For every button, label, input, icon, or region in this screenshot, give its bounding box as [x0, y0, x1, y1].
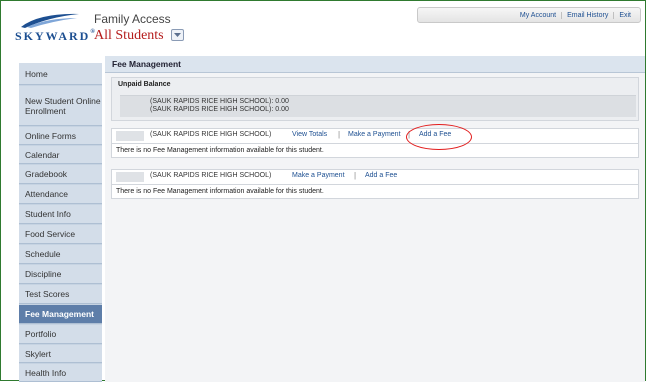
sidebar-item-online-forms[interactable]: Online Forms: [19, 127, 102, 145]
unpaid-school-name: (SAUK RAPIDS RICE HIGH SCHOOL):: [150, 106, 274, 113]
unpaid-school-name: (SAUK RAPIDS RICE HIGH SCHOOL):: [150, 98, 274, 105]
school-name: (SAUK RAPIDS RICE HIGH SCHOOL): [150, 172, 272, 179]
logo-swoosh-icon: [21, 13, 79, 28]
fee-section-tabbar: (SAUK RAPIDS RICE HIGH SCHOOL) Make a Pa…: [112, 170, 638, 185]
skyward-logo[interactable]: SKYWARD®: [15, 11, 95, 47]
sidebar-item-test-scores[interactable]: Test Scores: [19, 285, 102, 304]
sidebar-nav: Home New Student Online Enrollment Onlin…: [19, 63, 102, 382]
exit-link[interactable]: Exit: [613, 11, 636, 19]
sidebar-item-student-info[interactable]: Student Info: [19, 205, 102, 224]
sidebar-item-portfolio[interactable]: Portfolio: [19, 325, 102, 344]
student-selector[interactable]: All Students: [94, 28, 185, 44]
sidebar-item-schedule[interactable]: Schedule: [19, 245, 102, 264]
sidebar-item-calendar[interactable]: Calendar: [19, 146, 102, 164]
highlight-circle: [406, 124, 472, 150]
sidebar-item-new-student-enrollment[interactable]: New Student Online Enrollment: [19, 86, 102, 126]
page-title: Fee Management: [105, 56, 645, 73]
sidebar-item-home[interactable]: Home: [19, 63, 102, 85]
unpaid-balance-title: Unpaid Balance: [118, 81, 171, 88]
app-title: Family Access: [94, 12, 171, 26]
fee-section-2: (SAUK RAPIDS RICE HIGH SCHOOL) Make a Pa…: [111, 169, 639, 199]
add-a-fee-link[interactable]: Add a Fee: [365, 172, 397, 179]
no-info-message: There is no Fee Management information a…: [116, 188, 324, 195]
page-header: SKYWARD® Family Access All Students My A…: [1, 1, 645, 55]
chevron-down-icon[interactable]: [171, 28, 185, 41]
link-separator: |: [338, 130, 341, 139]
student-selector-label: All Students: [94, 28, 164, 43]
sidebar-item-health-info[interactable]: Health Info: [19, 364, 102, 382]
make-a-payment-link[interactable]: Make a Payment: [348, 131, 401, 138]
unpaid-amount: 0.00: [275, 106, 289, 113]
email-history-link[interactable]: Email History: [561, 11, 613, 19]
link-separator: |: [354, 171, 357, 180]
unpaid-amount: 0.00: [275, 98, 289, 105]
sidebar-item-fee-management[interactable]: Fee Management: [19, 305, 102, 324]
student-name-tab[interactable]: [116, 131, 144, 141]
unpaid-balance-rows: (SAUK RAPIDS RICE HIGH SCHOOL): 0.00 (SA…: [120, 95, 636, 117]
unpaid-balance-row: (SAUK RAPIDS RICE HIGH SCHOOL): 0.00: [150, 106, 289, 113]
sidebar-item-food-service[interactable]: Food Service: [19, 225, 102, 244]
fee-section-tabbar: (SAUK RAPIDS RICE HIGH SCHOOL) View Tota…: [112, 129, 638, 144]
sidebar-item-skylert[interactable]: Skylert: [19, 345, 102, 363]
unpaid-balance-row: (SAUK RAPIDS RICE HIGH SCHOOL): 0.00: [150, 98, 289, 105]
student-name-tab[interactable]: [116, 172, 144, 182]
sidebar-item-gradebook[interactable]: Gradebook: [19, 165, 102, 184]
sidebar-item-discipline[interactable]: Discipline: [19, 265, 102, 284]
school-name: (SAUK RAPIDS RICE HIGH SCHOOL): [150, 131, 272, 138]
view-totals-link[interactable]: View Totals: [292, 131, 327, 138]
fee-section-1: (SAUK RAPIDS RICE HIGH SCHOOL) View Tota…: [111, 128, 639, 158]
sidebar-item-attendance[interactable]: Attendance: [19, 185, 102, 204]
top-links-bar: My Account Email History Exit: [417, 7, 641, 23]
make-a-payment-link[interactable]: Make a Payment: [292, 172, 345, 179]
no-info-message: There is no Fee Management information a…: [116, 147, 324, 154]
unpaid-balance-panel: Unpaid Balance (SAUK RAPIDS RICE HIGH SC…: [111, 77, 639, 121]
logo-text: SKYWARD: [15, 29, 91, 43]
my-account-link[interactable]: My Account: [515, 12, 561, 19]
